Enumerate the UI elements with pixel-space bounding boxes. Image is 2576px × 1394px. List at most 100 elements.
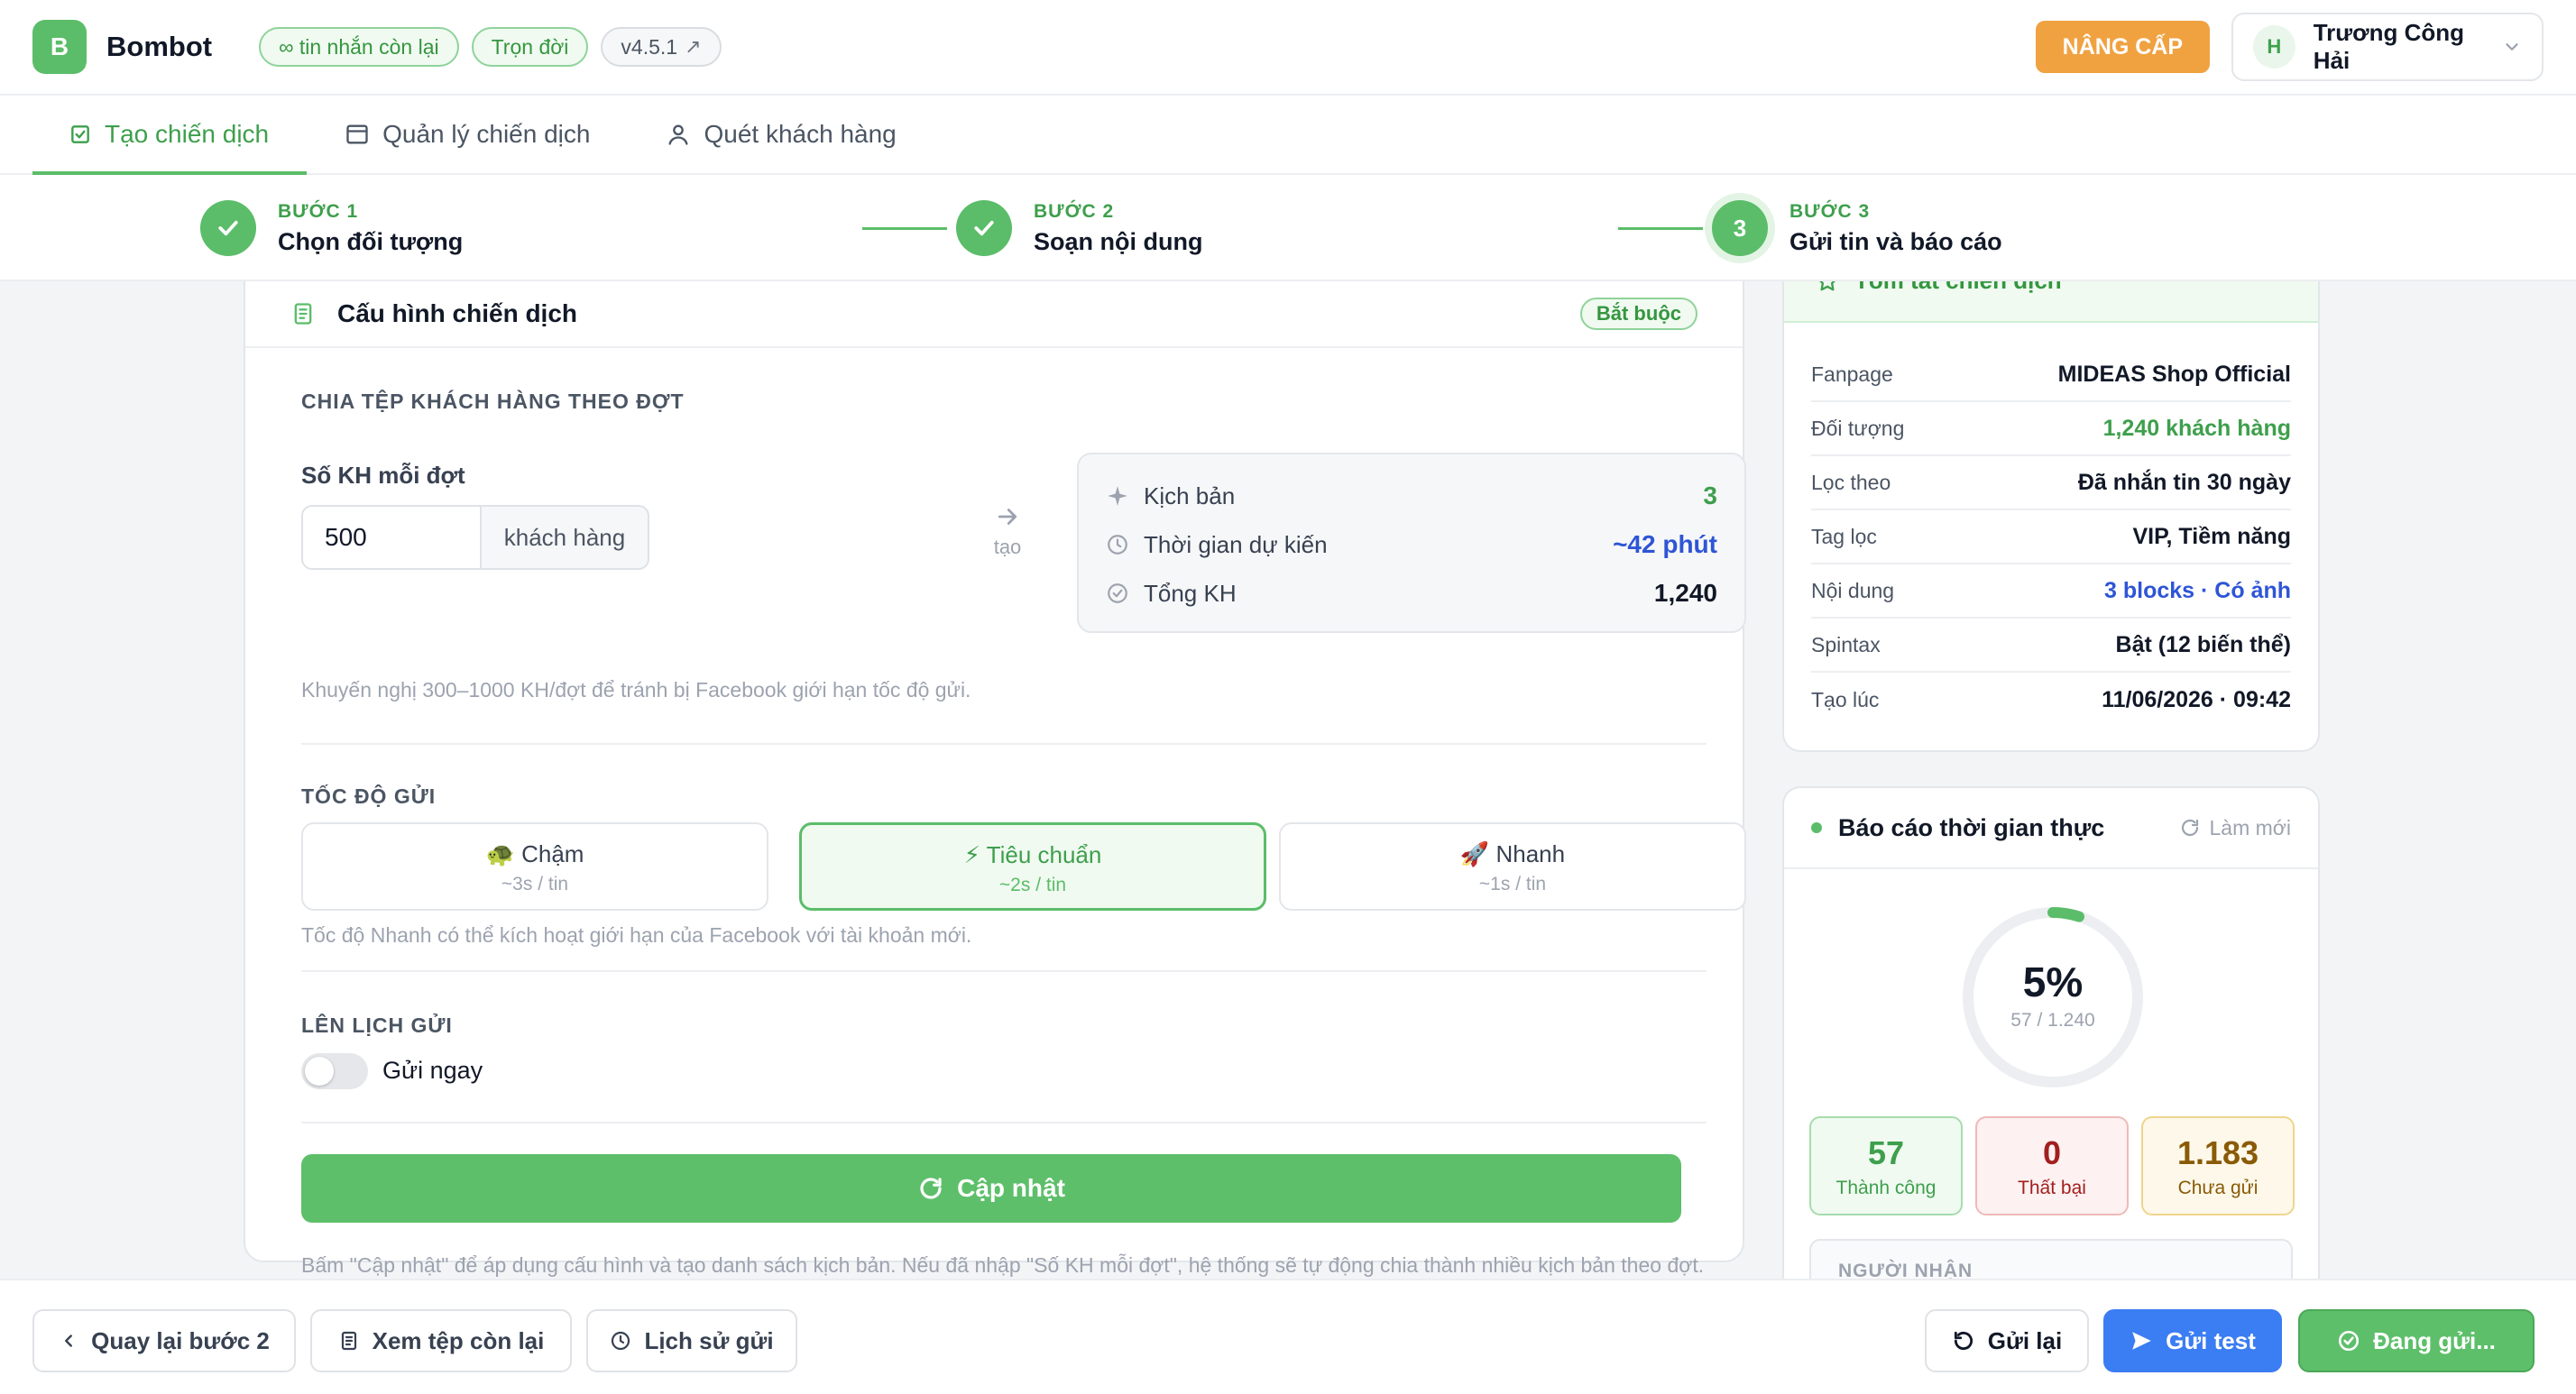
send-now-toggle[interactable] [301, 1053, 368, 1089]
tab-label: Quản lý chiến dịch [382, 120, 591, 148]
summary-key: Spintax [1811, 632, 1881, 656]
refresh-label: Làm mới [2209, 815, 2291, 839]
summary-row-filter: Lọc theo Đã nhắn tin 30 ngày [1811, 456, 2291, 510]
config-card-header: Cấu hình chiến dịch Bắt buộc [245, 281, 1743, 348]
summary-value[interactable]: 3 blocks · Có ảnh [2104, 578, 2291, 604]
refresh-icon [917, 1175, 944, 1202]
check-circle-icon [1106, 582, 1129, 605]
summary-key: Đối tượng [1811, 416, 1905, 440]
summary-value: MIDEAS Shop Official [2057, 361, 2291, 387]
tab-label: Tạo chiến dịch [105, 120, 270, 148]
realtime-report-card: Báo cáo thời gian thực Làm mới 5% 57 / 1… [1782, 786, 2320, 1291]
arrow-label: tạo [993, 536, 1022, 558]
bottom-action-bar: Quay lại bước 2 Xem tệp còn lại Lịch sử … [0, 1279, 2576, 1394]
config-title: Cấu hình chiến dịch [337, 299, 578, 327]
batch-size-suffix: khách hàng [482, 505, 649, 570]
progress-detail: 57 / 1.240 [2010, 1010, 2095, 1031]
progress-percent: 5% [2022, 958, 2084, 1005]
user-menu[interactable]: H Trương Công Hải [2231, 13, 2544, 81]
tab-scan-customers[interactable]: Quét khách hàng [628, 96, 934, 173]
report-header: Báo cáo thời gian thực Làm mới [1784, 788, 2318, 869]
schedule-section-title: LÊN LỊCH GỬI [301, 1013, 453, 1037]
user-name: Trương Công Hải [2313, 19, 2465, 74]
upgrade-button[interactable]: NÂNG CẤP [2035, 21, 2210, 73]
speed-option-slow[interactable]: 🐢 Chậm ~3s / tin [301, 822, 768, 911]
batch-size-input[interactable] [301, 505, 482, 570]
brand-name[interactable]: Bombot [106, 31, 212, 63]
stat-value: 0 [2042, 1134, 2062, 1171]
required-badge: Bắt buộc [1579, 298, 1697, 330]
resend-label: Gửi lại [1987, 1326, 2063, 1354]
send-now-label: Gửi ngay [382, 1057, 483, 1084]
document-icon [290, 301, 316, 326]
view-file-label: Xem tệp còn lại [372, 1326, 545, 1354]
plan-badge: Trọn đời [471, 27, 589, 67]
update-button[interactable]: Cập nhật [301, 1154, 1681, 1223]
app-logo[interactable]: B [32, 20, 87, 74]
version-badge[interactable]: v4.5.1 ↗ [601, 27, 722, 67]
report-title: Báo cáo thời gian thực [1838, 813, 2105, 841]
summary-value: 3 [1703, 481, 1717, 509]
step-3[interactable]: 3 BƯỚC 3 Gửi tin và báo cáo [1712, 200, 2002, 256]
history-label: Lịch sử gửi [644, 1326, 774, 1354]
speed-option-fast[interactable]: 🚀 Nhanh ~1s / tin [1279, 822, 1746, 911]
resend-button[interactable]: Gửi lại [1925, 1309, 2089, 1372]
tab-manage-campaign[interactable]: Quản lý chiến dịch [307, 96, 628, 173]
star-icon [1815, 281, 1840, 294]
speed-section-title: TỐC ĐỘ GỬI [301, 784, 437, 808]
batch-summary-box: Kịch bản 3 Thời gian dự kiến ~42 phút Tổ… [1077, 453, 1746, 633]
step-1[interactable]: BƯỚC 1 Chọn đối tượng [200, 200, 463, 256]
summary-label: Thời gian dự kiến [1144, 530, 1328, 558]
batch-size-group: khách hàng [301, 505, 649, 570]
refresh-button[interactable]: Làm mới [2179, 816, 2291, 840]
summary-key: Fanpage [1811, 362, 1893, 386]
clock-icon [1106, 533, 1129, 556]
tab-create-campaign[interactable]: Tạo chiến dịch [32, 96, 308, 175]
send-test-button[interactable]: Gửi test [2103, 1309, 2282, 1372]
summary-key: Tag lọc [1811, 524, 1877, 548]
sending-button[interactable]: Đang gửi... [2298, 1309, 2535, 1372]
step-number: 3 [1712, 200, 1768, 256]
step-title: Chọn đối tượng [278, 227, 464, 255]
send-history-button[interactable]: Lịch sử gửi [586, 1309, 797, 1372]
external-link-icon: ↗ [685, 35, 702, 58]
arrow-note: tạo [976, 503, 1039, 559]
step-kicker: BƯỚC 2 [1034, 200, 1115, 222]
summary-value: Bật (12 biến thể) [2115, 631, 2291, 657]
avatar: H [2253, 25, 2295, 69]
tab-label: Quét khách hàng [704, 120, 897, 148]
summary-row: Tổng KH 1,240 [1106, 575, 1717, 611]
view-remaining-file-button[interactable]: Xem tệp còn lại [310, 1309, 572, 1372]
batch-size-label: Số KH mỗi đợt [301, 462, 465, 489]
split-section-title: CHIA TỆP KHÁCH HÀNG THEO ĐỢT [301, 390, 685, 413]
summary-key: Lọc theo [1811, 470, 1891, 494]
stat-label: Chưa gửi [2177, 1178, 2259, 1198]
speed-option-standard[interactable]: ⚡ Tiêu chuẩn ~2s / tin [799, 822, 1266, 911]
send-icon [2130, 1329, 2153, 1353]
stat-label: Thất bại [2018, 1178, 2086, 1198]
speed-hint: Tốc độ Nhanh có thể kích hoạt giới hạn c… [301, 923, 972, 947]
summary-value: VIP, Tiềm năng [2132, 523, 2291, 549]
step-2[interactable]: BƯỚC 2 Soạn nội dung [956, 200, 1202, 256]
stat-success: 57 Thành công [1809, 1116, 1963, 1215]
update-label: Cập nhật [957, 1174, 1065, 1202]
chevron-down-icon [2502, 37, 2522, 57]
stat-failed: 0 Thất bại [1975, 1116, 2129, 1215]
check-icon [200, 200, 256, 256]
summary-label: Kịch bản [1144, 481, 1236, 509]
step-connector [1618, 227, 1703, 230]
summary-row-audience: Đối tượng 1,240 khách hàng [1811, 402, 2291, 456]
speed-name: 🐢 Chậm [485, 840, 584, 867]
step-title: Soạn nội dung [1034, 227, 1203, 255]
live-dot [1811, 822, 1822, 833]
sending-label: Đang gửi... [2373, 1326, 2496, 1354]
summary-label: Tổng KH [1144, 579, 1237, 607]
stat-label: Thành công [1835, 1178, 1937, 1198]
speed-sub: ~3s / tin [501, 874, 569, 894]
arrow-right-icon [976, 503, 1039, 530]
summary-row-fanpage: Fanpage MIDEAS Shop Official [1811, 348, 2291, 402]
clock-icon [610, 1330, 631, 1352]
stat-pending: 1.183 Chưa gửi [2141, 1116, 2295, 1215]
document-icon [338, 1330, 360, 1352]
back-step-2-button[interactable]: Quay lại bước 2 [32, 1309, 296, 1372]
